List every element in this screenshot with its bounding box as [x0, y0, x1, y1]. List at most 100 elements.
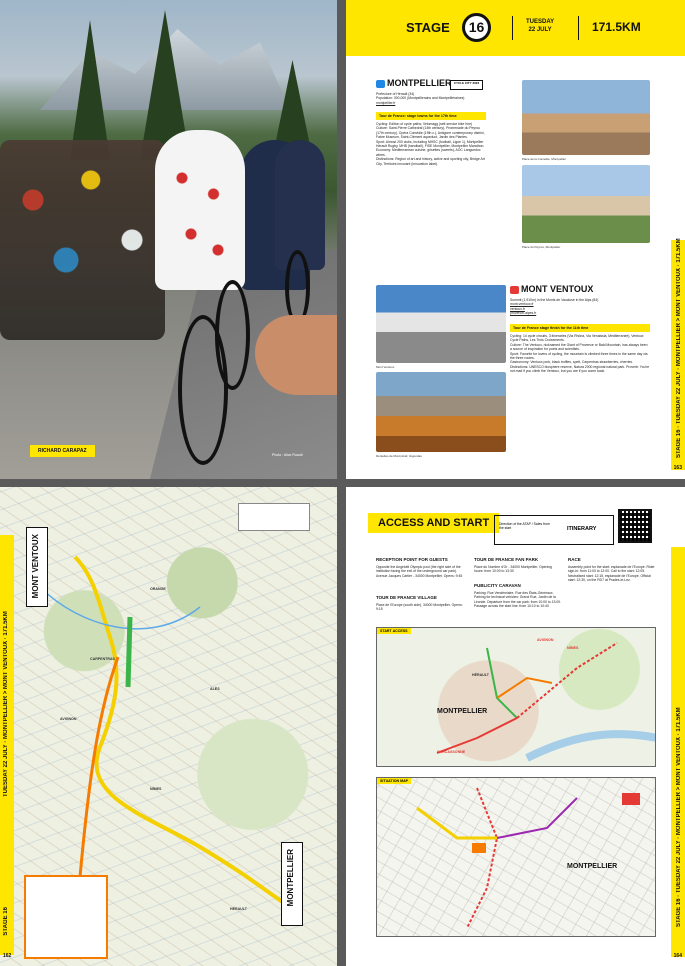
- start-city-name: MONTPELLIER: [387, 78, 452, 88]
- village-title: TOUR DE FRANCE VILLAGE: [376, 595, 437, 600]
- situation-svg: [416, 787, 640, 929]
- ventoux-photo: [376, 285, 506, 363]
- situation-marker: [622, 793, 640, 805]
- itinerary-label: ITINERARY: [567, 526, 597, 532]
- finish-culture: Culture: The Ventoux, nicknamed the Gian…: [510, 342, 648, 352]
- start-web: montpellier.fr: [376, 100, 396, 105]
- start-city-title: MONTPELLIER: [376, 78, 452, 88]
- map-legend: [238, 503, 310, 531]
- peyrou-photo: [522, 165, 650, 243]
- sea-shape: [525, 730, 655, 762]
- route-line: [73, 555, 292, 909]
- finish-caption-1: Mont Ventoux: [376, 365, 395, 369]
- stage-word: STAGE: [406, 20, 450, 35]
- start-culture: Culture: Saint-Pierre Cathedral (14th ce…: [376, 126, 485, 140]
- caravan-title: PUBLICITY CARAVAN: [474, 583, 521, 588]
- start-access-map: START ACCESS MONTPELLIER AVIGNON NÎMES H…: [376, 627, 656, 767]
- start-label: MONTPELLIER: [286, 849, 295, 907]
- finish-distinctions: Distinctions: UNESCO biosphere reserve, …: [510, 364, 650, 374]
- river-line: [39, 586, 201, 630]
- stage-page: STAGE 16 TUESDAY 22 JULY 171.5KM MONTPEL…: [346, 0, 685, 479]
- reception-title: RECEPTION POINT FOR GUESTS: [376, 557, 448, 562]
- access-red-route: [516, 642, 618, 719]
- map-town: ALÈS: [210, 687, 220, 691]
- finish-city-name: MONT VENTOUX: [521, 284, 594, 294]
- situation-purple-route: [496, 797, 578, 839]
- finish-web-3: provence-alpes.fr: [510, 311, 537, 316]
- race-text: Assembly point for the start: esplanade …: [568, 565, 655, 583]
- page-number: 163: [673, 465, 682, 471]
- stage-label: STAGE 16: [3, 907, 9, 936]
- page-number: 164: [673, 953, 682, 959]
- stage-header: STAGE 16 TUESDAY 22 JULY 171.5KM: [346, 0, 685, 56]
- photo-page: RICHARD CARAPAZ Photo : Alice Ruault: [0, 0, 337, 479]
- comedie-photo: [522, 80, 650, 155]
- start-details: Cycling: Edition of cycle paths; Velomag…: [376, 122, 486, 166]
- caravan-text: Parking: Rue Vendémiaire, Rue des États-…: [474, 591, 562, 609]
- finish-details: Cycling: 14 cycle circuits, 3 itinerarie…: [510, 334, 650, 374]
- start-caption-1: Place de la Comédie, Montpellier: [522, 157, 567, 161]
- situation-yellow-route: [416, 806, 497, 840]
- inset-map: [24, 875, 108, 959]
- fanpark-text: Place du Nombre d'Or - 34000 Montpellier…: [474, 565, 552, 574]
- page-number: 162: [3, 953, 12, 959]
- fanpark-title: TOUR DE FRANCE FAN PARK: [474, 557, 539, 562]
- finish-cycling: Cycling: 14 cycle circuits, 3 itinerarie…: [510, 334, 644, 343]
- access-page: ACCESS AND START Direction of the ATAP /…: [346, 487, 685, 966]
- race-photo: [0, 0, 337, 479]
- start-distinctions: Distinctions: Region of art and history,…: [376, 157, 485, 166]
- map-town: HÉRAULT: [230, 907, 247, 911]
- dentelles-photo: [376, 372, 506, 452]
- situation-map: SITUATION MAP MONTPELLIER: [376, 777, 656, 937]
- village-text: Place de l'Europe (south side), 34000 Mo…: [376, 603, 463, 612]
- stage-distance: 171.5KM: [592, 20, 641, 34]
- access-red-route: [436, 717, 518, 754]
- map-town: ORANGE: [150, 587, 166, 591]
- finish-caption-2: Dentelles de Montmirail, Gigondas: [376, 454, 422, 458]
- rider-name-tag: RICHARD CARAPAZ: [30, 445, 95, 457]
- itinerary-text: Direction of the ATAP / Sales from the s…: [499, 522, 550, 531]
- side-title: STAGE 16 · TUESDAY 22 JULY · MONTPELLIER…: [676, 707, 682, 927]
- qr-code-icon[interactable]: [618, 509, 652, 543]
- map-town: AVIGNON: [60, 717, 77, 721]
- crowd-shape: [0, 140, 165, 340]
- race-title: RACE: [568, 557, 581, 562]
- side-title: TUESDAY 22 JULY · MONTPELLIER > MONT VEN…: [3, 611, 9, 797]
- situation-red-route: [466, 787, 499, 929]
- access-title: ACCESS AND START: [368, 513, 500, 533]
- reception-text: Opposite the Angelotti Olympic pool (the…: [376, 565, 463, 578]
- fan-fist: [255, 315, 337, 395]
- start-intro: Prefecture of Hérault (34) Population: 3…: [376, 92, 496, 105]
- start-label-box: MONTPELLIER: [281, 842, 303, 926]
- map-town: NÎMES: [150, 787, 162, 791]
- finish-flag-icon: [510, 285, 519, 294]
- access-green-route: [486, 647, 518, 719]
- start-band: Tour de France: stage towns for the 17th…: [376, 112, 486, 120]
- cycle-city-tag: CYCLE CITY 2023: [450, 80, 483, 90]
- route-map-page: TUESDAY 22 JULY · MONTPELLIER > MONT VEN…: [0, 487, 337, 966]
- side-title: STAGE 16 · TUESDAY 22 JULY · MONTPELLIER…: [676, 238, 682, 458]
- finish-city-title: MONT VENTOUX: [510, 284, 593, 294]
- start-sport: Sport: Almost 200 clubs, including MHSC …: [376, 139, 485, 149]
- start-caption-2: Place du Peyrou, Montpellier: [522, 245, 561, 249]
- divider: [512, 16, 513, 40]
- start-economy: Economy: Mediterranean cuisine, grisette…: [376, 148, 481, 157]
- situation-marker: [472, 843, 486, 853]
- bike-wheel: [215, 280, 250, 390]
- finish-band: Tour de France stage finish for the 11th…: [510, 324, 650, 332]
- stage-date-text: 22 JULY: [528, 27, 552, 33]
- divider: [578, 16, 579, 40]
- stage-date: TUESDAY 22 JULY: [526, 18, 554, 34]
- stage-day: TUESDAY: [526, 19, 555, 25]
- map-town: CARPENTRAS: [90, 657, 115, 661]
- polka-dot-rider: [155, 130, 245, 290]
- finish-label-box: MONT VENTOUX: [26, 527, 48, 607]
- access-svg: [436, 642, 655, 762]
- finish-sport: Sport: Favorite for lovers of cycling, t…: [510, 351, 648, 361]
- itinerary-box: Direction of the ATAP / Sales from the s…: [494, 515, 614, 545]
- transfer-line: [78, 656, 120, 878]
- stage-number: 16: [462, 13, 491, 42]
- photo-credit: Photo : Alice Ruault: [272, 453, 303, 457]
- city-icon: [376, 79, 385, 88]
- bike-wheel: [285, 250, 310, 325]
